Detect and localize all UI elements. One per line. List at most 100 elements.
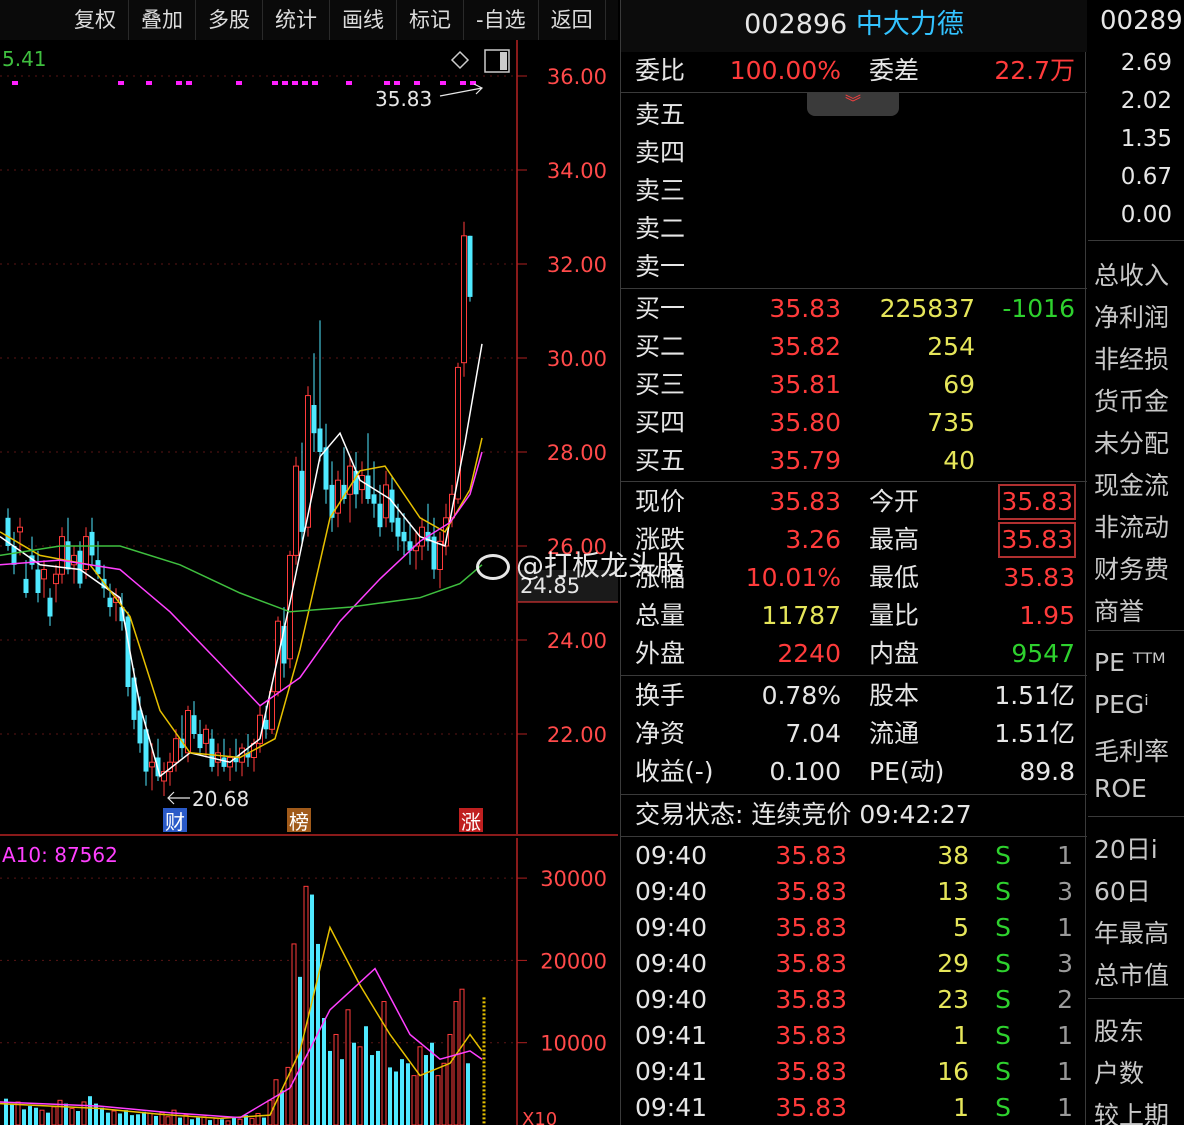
stat-value: 35.83 [1003,563,1075,592]
side-finance-label[interactable]: 户数 [1094,1054,1144,1090]
toolbar-item[interactable]: 标记 [397,0,464,40]
tick-row[interactable]: 09:40 35.83 23 S 2 [621,982,1087,1018]
buy-level-label: 买一 [635,294,686,323]
volume-bar [106,1112,110,1125]
candle-body [377,503,383,528]
stat-row: 现价 35.83 今开 35.83 [621,483,1087,521]
volume-bar [394,1071,398,1125]
side-finance-label[interactable]: 未分配 [1094,424,1169,460]
volume-bar [190,1119,194,1125]
signal-dot [272,81,278,85]
volume-axis-label: 20000 [540,949,607,973]
side-scale-value: 0.00 [1120,202,1172,228]
side-finance-label[interactable]: 财务费 [1094,550,1169,586]
side-finance-label[interactable]: 20日i [1094,830,1158,866]
side-finance-label[interactable]: 货币金 [1094,382,1169,418]
diamond-icon[interactable] [450,50,470,70]
volume-bar [88,1096,92,1125]
stat-label: 量比 [869,601,920,630]
toolbar-item[interactable]: 返回 [539,0,606,40]
side-finance-label[interactable]: 股东 [1094,1012,1144,1048]
stat-value: 3.26 [785,525,841,554]
arrow-icon [167,791,190,805]
candle-body [35,569,41,593]
signal-dot [186,81,192,85]
side-finance-label[interactable]: 商誉 [1094,592,1144,628]
candle-body [149,761,155,768]
diff-label: 委差 [869,56,920,85]
tick-row[interactable]: 09:41 35.83 1 S 1 [621,1018,1087,1054]
sell-level-label: 卖二 [635,214,686,243]
buy-volume: 225837 [879,294,975,323]
side-finance-label[interactable]: 60日 [1094,872,1151,908]
tick-time: 09:41 [635,1093,708,1122]
tick-row[interactable]: 09:40 35.83 13 S 3 [621,874,1087,910]
buy-order-row: 买五 35.79 40 [621,442,1087,480]
tick-volume: 38 [937,841,969,870]
toolbar-item[interactable]: 多股 [196,0,263,40]
signal-dot [346,81,352,85]
volume-bar [381,1001,387,1125]
fund-value: 89.8 [1019,757,1075,786]
tick-count: 1 [1057,841,1073,870]
side-finance-label[interactable]: 非流动 [1094,508,1169,544]
volume-bar [196,1117,200,1125]
side-finance-label[interactable]: 非经损 [1094,340,1169,376]
fund-label: 流通 [869,719,920,748]
volume-bar [136,1114,140,1125]
tick-row[interactable]: 09:40 35.83 38 S 1 [621,838,1087,874]
side-finance-label[interactable]: PE ᵀᵀᴹ [1094,648,1166,677]
toolbar-item[interactable]: 复权 [62,0,129,40]
volume-bar [28,1106,32,1125]
trade-status: 交易状态: 连续竞价 09:42:27 [635,800,972,829]
sell-level-label: 卖一 [635,252,686,281]
tick-time: 09:41 [635,1057,708,1086]
volume-chart[interactable]: 30000 20000 10000 X10 A10: 87562 [0,838,618,1125]
tick-row[interactable]: 09:41 35.83 1 S 1 [621,1090,1087,1125]
ratio-label: 委比 [635,56,686,85]
fund-label: 换手 [635,681,686,710]
signal-dot [302,81,308,85]
price-axis-label: 34.00 [547,159,607,183]
side-finance-label[interactable]: 较上期 [1094,1096,1169,1125]
candle-body [383,484,389,519]
side-finance-label[interactable]: 总收入 [1094,256,1169,292]
toolbar-item[interactable]: 叠加 [129,0,196,40]
tick-price: 35.83 [775,877,847,906]
tick-row[interactable]: 09:40 35.83 29 S 3 [621,946,1087,982]
price-axis-label: 28.00 [547,441,607,465]
side-finance-label[interactable]: 年最高 [1094,914,1169,950]
tick-side: S [995,1057,1011,1086]
stock-name[interactable]: 中大力德 [856,9,964,40]
side-finance-label[interactable]: PEGⁱ [1094,690,1149,719]
side-finance-label[interactable]: 净利润 [1094,298,1169,334]
chart-toolbar: 复权 叠加 多股 统计 画线 标记 -自选 返回 [0,0,618,40]
toolbar-item[interactable]: 统计 [263,0,330,40]
price-chart[interactable]: 36.0034.0032.0030.0028.0026.0024.0022.00… [0,40,618,836]
side-finance-label[interactable]: 毛利率 [1094,732,1169,768]
tick-row[interactable]: 09:40 35.83 5 S 1 [621,910,1087,946]
signal-dot [394,81,400,85]
tick-price: 35.83 [775,1057,847,1086]
stat-label: 总量 [635,601,686,630]
side-finance-label[interactable]: 总市值 [1094,956,1169,992]
toolbar-item[interactable]: 画线 [330,0,397,40]
buy-level-label: 买三 [635,370,686,399]
candle-body [23,578,29,593]
candle-body [71,554,77,566]
tick-price: 35.83 [775,841,847,870]
toolbar-item[interactable]: -自选 [464,0,539,40]
candle-body [323,447,329,490]
volume-bar [94,1103,98,1125]
volume-bar [435,1075,441,1125]
volume-bar [111,1110,117,1125]
side-divider [1088,816,1184,817]
stat-value: 35.83 [998,484,1076,520]
side-finance-label[interactable]: ROE [1094,774,1147,803]
candle-body [365,475,371,499]
volume-bar [357,1046,363,1125]
tick-row[interactable]: 09:41 35.83 16 S 1 [621,1054,1087,1090]
buy-volume: 69 [943,370,975,399]
side-finance-label[interactable]: 现金流 [1094,466,1169,502]
stat-value: 11787 [761,601,841,630]
